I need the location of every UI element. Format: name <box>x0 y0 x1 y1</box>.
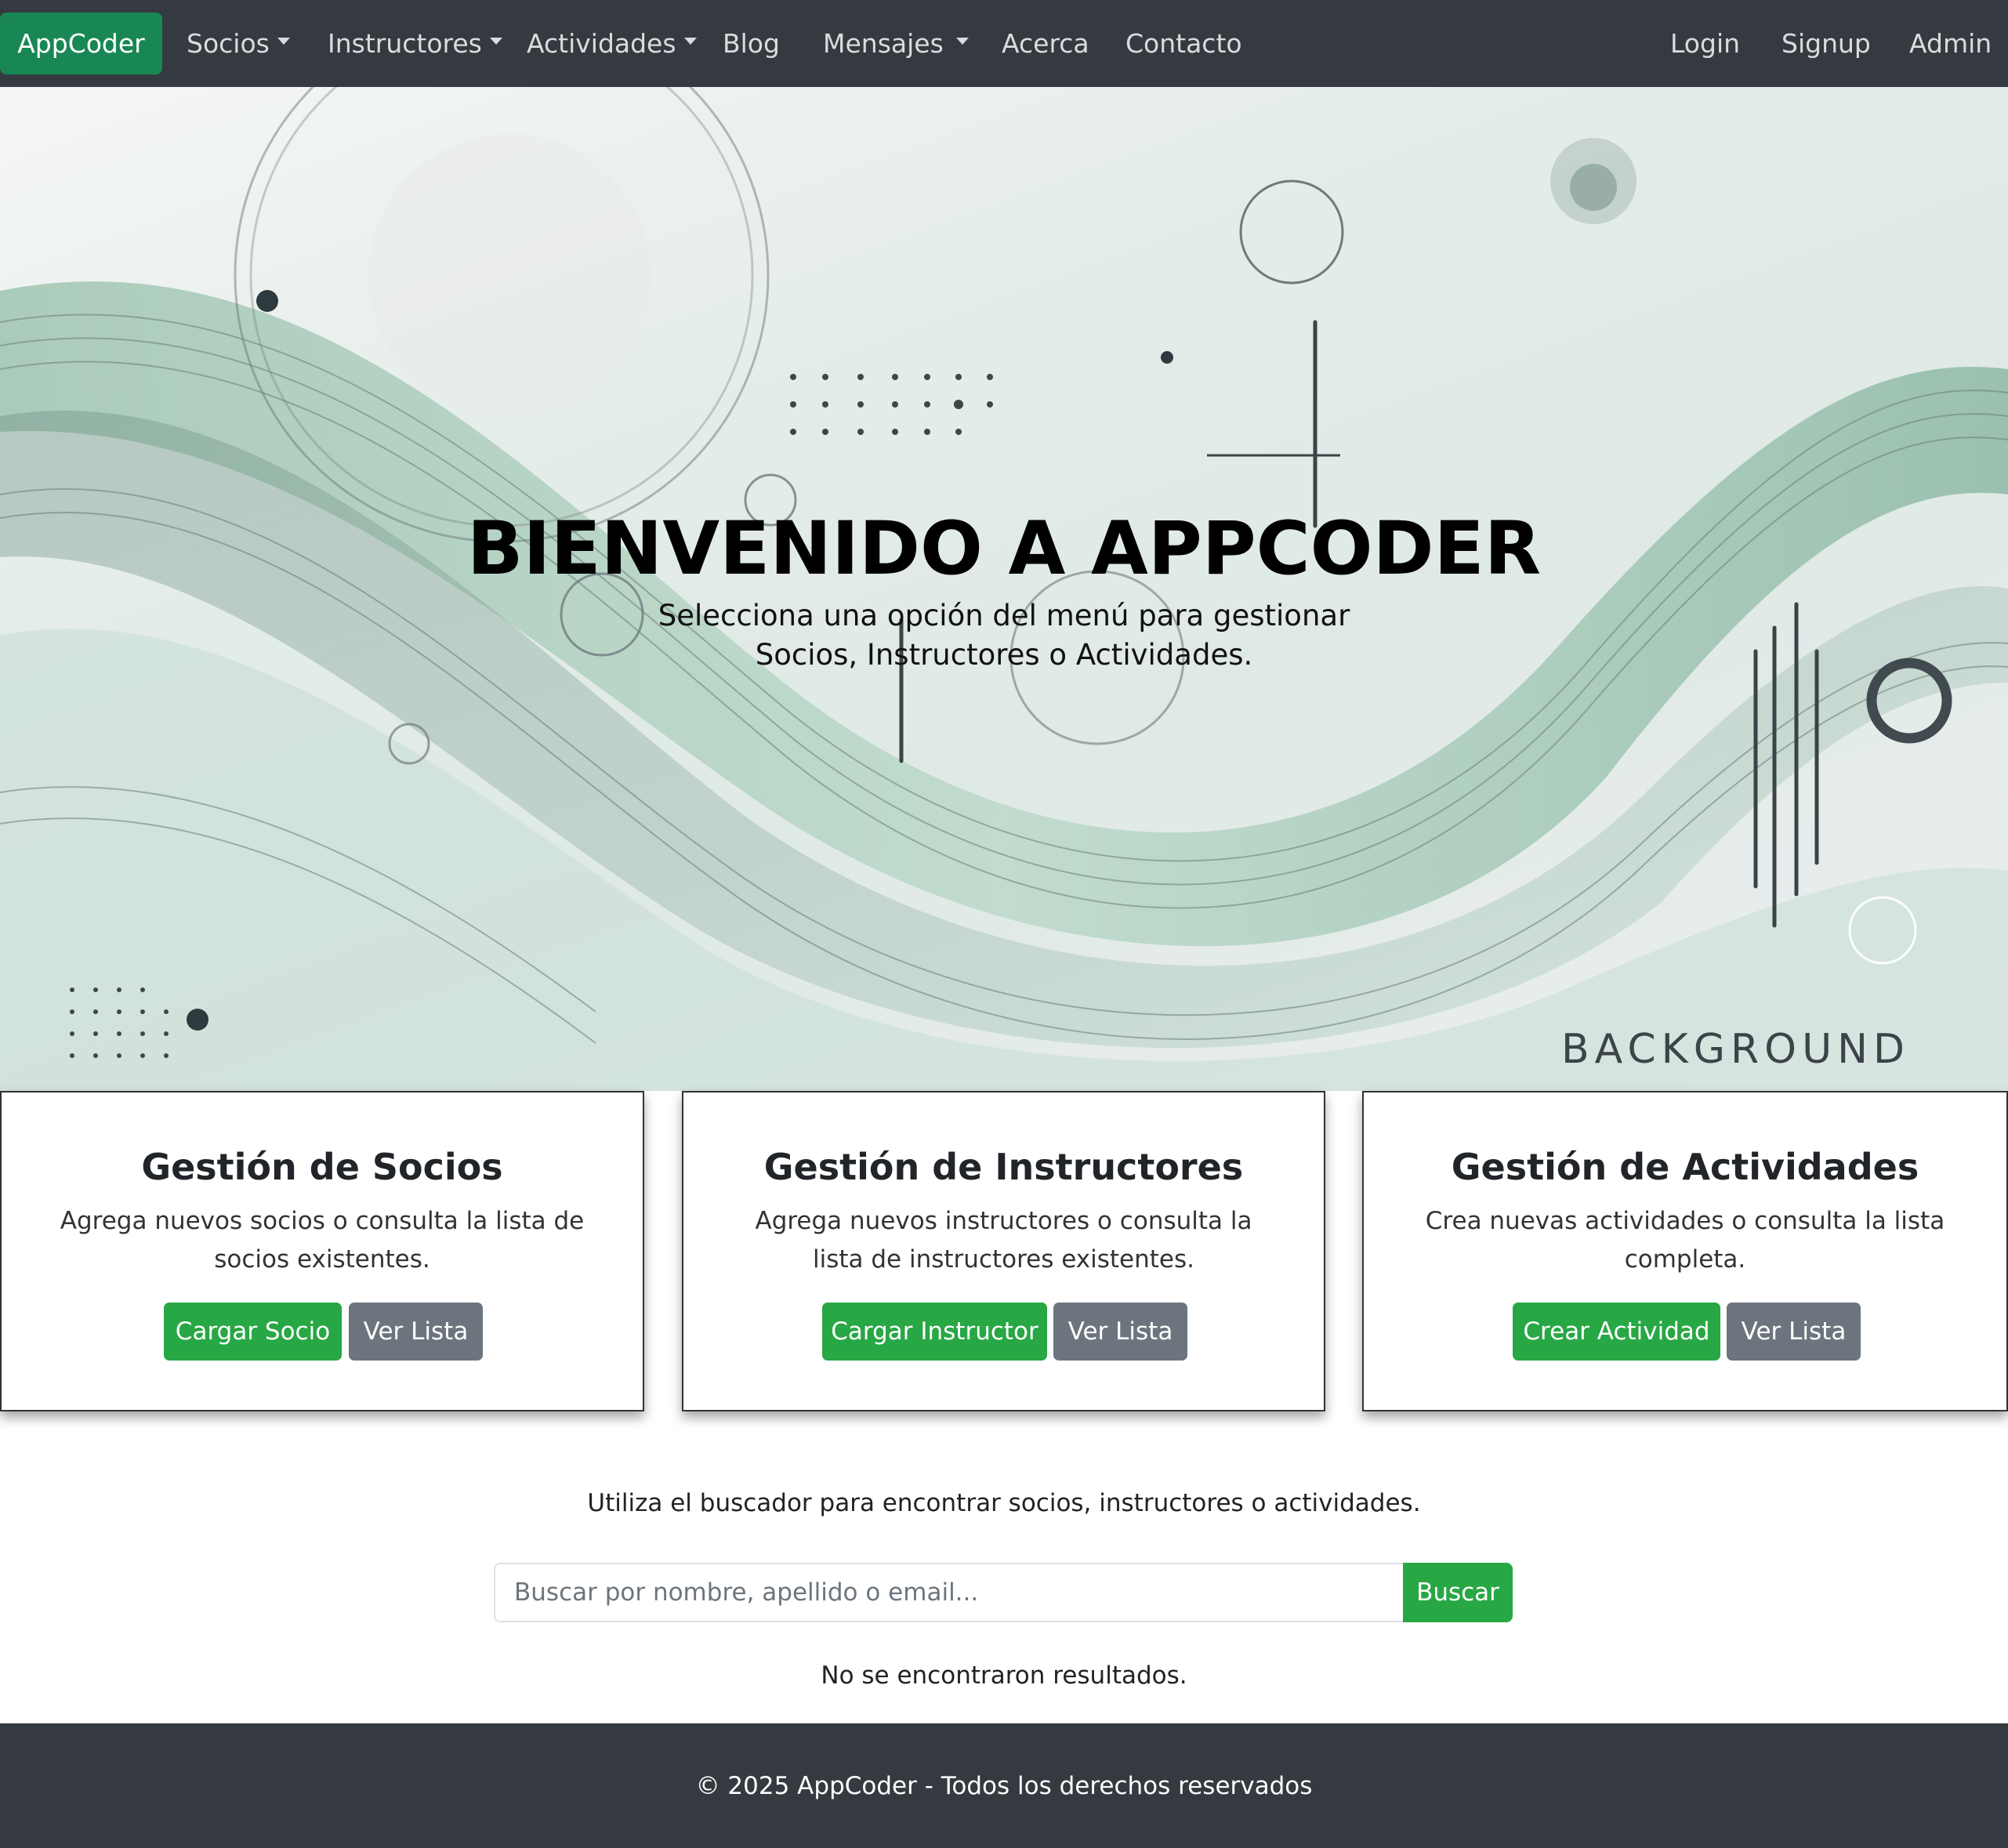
nav-item-login[interactable]: Login <box>1670 0 1740 87</box>
nav-item-label: Blog <box>723 28 780 59</box>
search-input[interactable]: Buscar por nombre, apellido o email... <box>494 1563 1405 1622</box>
hero-title: BIENVENIDO A APPCODER <box>466 506 1542 592</box>
no-results-message: No se encontraron resultados. <box>821 1661 1187 1690</box>
hero-banner: BIENVENIDO A APPCODER Selecciona una opc… <box>0 87 2008 1091</box>
nav-item-label: Actividades <box>527 28 676 59</box>
footer: © 2025 AppCoder - Todos los derechos res… <box>0 1723 2008 1848</box>
hero-subtitle-line: Selecciona una opción del menú para gest… <box>658 599 1350 632</box>
brand-link[interactable]: AppCoder <box>0 13 162 74</box>
ver-lista-instructores-button[interactable]: Ver Lista <box>1053 1303 1187 1361</box>
card-socios: Gestión de Socios Agrega nuevos socios o… <box>0 1091 644 1411</box>
nav-item-label: Instructores <box>328 28 482 59</box>
cargar-instructor-button[interactable]: Cargar Instructor <box>822 1303 1047 1361</box>
card-title: Gestión de Instructores <box>763 1146 1244 1188</box>
top-navbar: AppCoder Socios Instructores Actividades… <box>0 0 2008 87</box>
hero-subtitle-line: Socios, Instructores o Actividades. <box>755 638 1253 672</box>
nav-item-admin[interactable]: Admin <box>1909 0 1992 87</box>
search-button[interactable]: Buscar <box>1403 1563 1513 1622</box>
footer-copyright: © 2025 AppCoder - Todos los derechos res… <box>695 1771 1313 1800</box>
card-actividades: Gestión de Actividades Crea nuevas activ… <box>1362 1091 2008 1411</box>
nav-item-signup[interactable]: Signup <box>1781 0 1871 87</box>
card-description: Agrega nuevos socios o consulta la lista… <box>60 1207 585 1274</box>
caret-down-icon <box>277 38 290 45</box>
nav-item-mensajes[interactable]: Mensajes <box>823 0 969 87</box>
nav-item-label: Mensajes <box>823 28 944 59</box>
ver-lista-actividades-button[interactable]: Ver Lista <box>1727 1303 1861 1361</box>
nav-item-instructores[interactable]: Instructores <box>328 0 502 87</box>
card-description: Agrega nuevos instructores o consulta la… <box>755 1207 1252 1274</box>
nav-item-label: Signup <box>1781 28 1871 59</box>
ver-lista-socios-button[interactable]: Ver Lista <box>349 1303 483 1361</box>
card-description: Crea nuevas actividades o consulta la li… <box>1425 1207 1945 1274</box>
search-hint-text: Utiliza el buscador para encontrar socio… <box>587 1489 1421 1517</box>
caret-down-icon <box>955 38 969 45</box>
caret-down-icon <box>683 38 697 45</box>
card-instructores: Gestión de Instructores Agrega nuevos in… <box>682 1091 1325 1411</box>
card-title: Gestión de Socios <box>141 1146 503 1188</box>
nav-item-label: Admin <box>1909 28 1992 59</box>
nav-item-label: Socios <box>187 28 270 59</box>
nav-item-actividades[interactable]: Actividades <box>527 0 697 87</box>
nav-item-contacto[interactable]: Contacto <box>1125 0 1242 87</box>
hero-subtitle: Selecciona una opción del menú para gest… <box>651 596 1357 675</box>
card-title: Gestión de Actividades <box>1451 1146 1919 1188</box>
nav-item-socios[interactable]: Socios <box>187 0 290 87</box>
nav-item-label: Contacto <box>1125 28 1242 59</box>
nav-item-blog[interactable]: Blog <box>723 0 780 87</box>
crear-actividad-button[interactable]: Crear Actividad <box>1513 1303 1720 1361</box>
cargar-socio-button[interactable]: Cargar Socio <box>164 1303 342 1361</box>
nav-item-label: Acerca <box>1002 28 1089 59</box>
nav-item-acerca[interactable]: Acerca <box>1002 0 1089 87</box>
nav-item-label: Login <box>1670 28 1741 59</box>
background-watermark-text: BACKGROUND <box>1561 1026 1911 1073</box>
caret-down-icon <box>489 38 502 45</box>
